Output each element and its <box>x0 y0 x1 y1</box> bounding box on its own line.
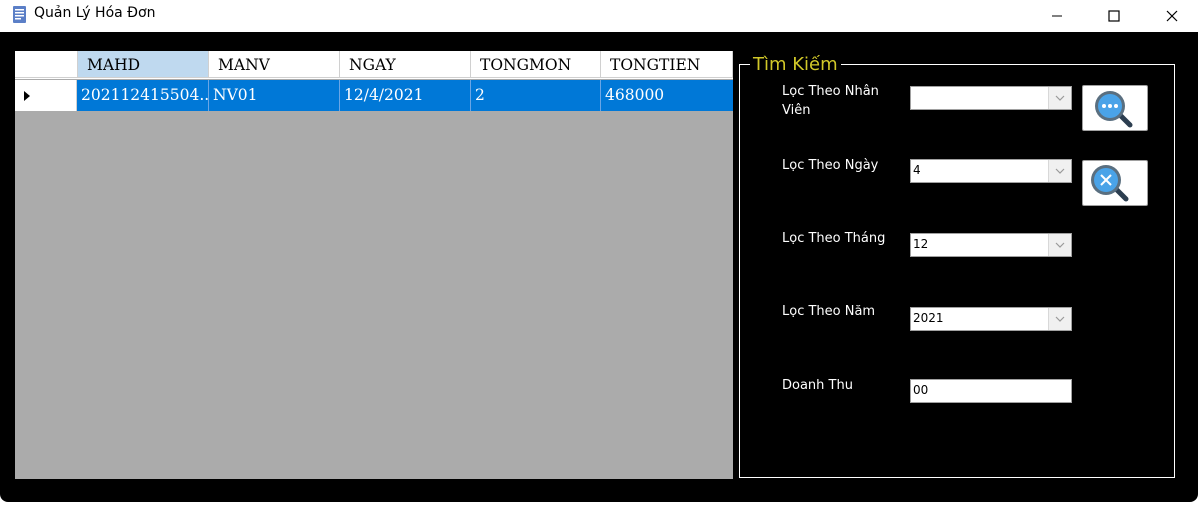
filter-day-label: Lọc Theo Ngày <box>782 158 879 173</box>
window-titlebar: Quản Lý Hóa Đơn <box>0 0 1198 32</box>
close-button[interactable] <box>1143 0 1198 32</box>
column-header-tongtien[interactable]: TONGTIEN <box>601 51 733 78</box>
close-icon <box>1166 10 1178 22</box>
grid-corner-header[interactable] <box>15 51 78 78</box>
filter-day-value: 4 <box>913 163 921 177</box>
maximize-icon <box>1108 10 1120 22</box>
filter-month-label: Lọc Theo Tháng <box>782 231 886 246</box>
chevron-down-icon[interactable] <box>1048 308 1071 330</box>
minimize-icon <box>1052 15 1062 17</box>
cell-mahd[interactable]: 202112415504... <box>77 80 209 111</box>
filter-month-combobox[interactable]: 12 <box>910 233 1072 257</box>
search-clear-icon <box>1091 165 1129 202</box>
search-button[interactable] <box>1082 85 1148 131</box>
revenue-value: 00 <box>913 383 929 397</box>
clear-filter-button[interactable] <box>1082 160 1148 206</box>
revenue-label: Doanh Thu <box>782 378 853 393</box>
column-header-tongmon[interactable]: TONGMON <box>471 51 601 78</box>
filter-employee-combobox[interactable] <box>910 86 1072 110</box>
filter-day-combobox[interactable]: 4 <box>910 159 1072 183</box>
cell-tongtien[interactable]: 468000 <box>601 80 733 111</box>
revenue-textbox[interactable]: 00 <box>910 379 1072 403</box>
grid-header: MAHD MANV NGAY TONGMON TONGTIEN <box>15 51 733 79</box>
filter-year-combobox[interactable]: 2021 <box>910 307 1072 331</box>
filter-employee-label: Lọc Theo Nhân Viên <box>782 84 879 118</box>
minimize-button[interactable] <box>1028 0 1086 32</box>
chevron-down-icon[interactable] <box>1048 234 1071 256</box>
row-header[interactable] <box>15 80 77 111</box>
chevron-down-icon[interactable] <box>1048 87 1071 109</box>
cell-ngay[interactable]: 12/4/2021 <box>340 80 471 111</box>
column-header-ngay[interactable]: NGAY <box>340 51 471 78</box>
cell-manv[interactable]: NV01 <box>209 80 340 111</box>
chevron-down-icon[interactable] <box>1048 160 1071 182</box>
current-row-indicator-icon <box>24 91 30 101</box>
filter-month-value: 12 <box>913 237 929 251</box>
filter-year-value: 2021 <box>913 311 944 325</box>
table-row[interactable]: 202112415504... NV01 12/4/2021 2 468000 <box>15 80 733 111</box>
search-more-icon <box>1095 91 1133 128</box>
column-header-mahd[interactable]: MAHD <box>78 51 209 78</box>
maximize-button[interactable] <box>1085 0 1143 32</box>
filter-year-label: Lọc Theo Năm <box>782 304 876 319</box>
column-header-manv[interactable]: MANV <box>209 51 340 78</box>
window-title: Quản Lý Hóa Đơn <box>34 5 156 21</box>
search-group-title: Tìm Kiếm <box>753 54 838 75</box>
cell-tongmon[interactable]: 2 <box>471 80 601 111</box>
app-icon <box>13 6 26 23</box>
invoice-grid[interactable]: MAHD MANV NGAY TONGMON TONGTIEN 20211241… <box>15 51 733 479</box>
